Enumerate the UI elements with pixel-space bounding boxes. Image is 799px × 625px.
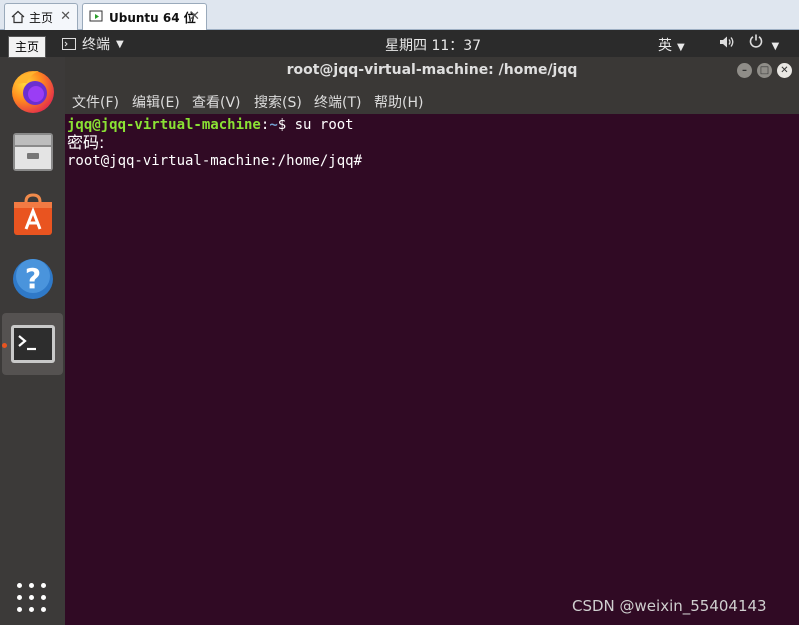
maximize-button[interactable]: □: [757, 63, 772, 78]
menu-file[interactable]: 文件(F): [72, 92, 119, 112]
terminal-menubar: 文件(F) 编辑(E) 查看(V) 搜索(S) 终端(T) 帮助(H): [65, 84, 799, 114]
terminal-small-icon: [62, 38, 76, 50]
input-method-label: 英: [658, 38, 672, 54]
menu-edit[interactable]: 编辑(E): [132, 92, 180, 112]
vm-tab-label: 主页: [29, 10, 54, 25]
close-icon[interactable]: ✕: [60, 9, 71, 24]
clock[interactable]: 星期四 11：37: [385, 35, 481, 55]
close-button[interactable]: ✕: [777, 63, 792, 78]
dock-item-firefox[interactable]: [2, 60, 63, 122]
tooltip: 主页: [8, 36, 47, 58]
chevron-down-icon: ▼: [677, 42, 685, 53]
show-apps-icon[interactable]: [17, 583, 47, 613]
vm-tab-strip: 主页 ✕ Ubuntu 64 位 ✕: [0, 0, 799, 30]
app-menu[interactable]: 终端 ▼: [62, 34, 124, 54]
files-icon: [12, 133, 53, 171]
vm-running-icon: [89, 10, 103, 22]
watermark: CSDN @weixin_55404143: [572, 597, 767, 615]
menu-search[interactable]: 搜索(S): [254, 92, 302, 112]
vm-tab-ubuntu[interactable]: Ubuntu 64 位 ✕: [82, 3, 207, 30]
power-icon: [749, 34, 763, 48]
prompt-path: ~: [269, 117, 278, 133]
terminal-icon: [10, 325, 55, 363]
menu-help[interactable]: 帮助(H): [374, 92, 423, 112]
chevron-down-icon: ▼: [116, 38, 124, 50]
svg-text:?: ?: [24, 262, 40, 295]
app-menu-label: 终端: [82, 37, 110, 53]
minimize-button[interactable]: –: [737, 63, 752, 78]
help-icon: ?: [12, 259, 53, 299]
input-method[interactable]: 英 ▼: [658, 35, 685, 55]
dock-item-files[interactable]: [2, 120, 63, 182]
volume-icon: [720, 36, 734, 48]
vm-tab-label: Ubuntu 64 位: [109, 10, 196, 25]
dock-item-terminal[interactable]: [2, 313, 63, 375]
volume-menu[interactable]: [719, 35, 735, 53]
command-text: $ su root: [277, 117, 354, 133]
software-icon: [13, 193, 52, 235]
running-indicator: [2, 343, 7, 348]
terminal-line: jqq@jqq-virtual-machine:~$ su root: [67, 116, 799, 134]
prompt-user: jqq@jqq-virtual-machine: [67, 117, 261, 133]
dock: ?: [0, 57, 65, 625]
vm-tab-home[interactable]: 主页 ✕: [4, 3, 78, 30]
chevron-down-icon: ▼: [771, 41, 780, 52]
window-title: root@jqq-virtual-machine: /home/jqq: [286, 62, 578, 78]
home-icon: [11, 10, 25, 24]
window-title-bar[interactable]: root@jqq-virtual-machine: /home/jqq – □ …: [65, 57, 799, 84]
menu-view[interactable]: 查看(V): [192, 92, 241, 112]
dock-item-help[interactable]: ?: [2, 248, 63, 310]
menu-terminal[interactable]: 终端(T): [314, 92, 361, 112]
top-bar: 终端 ▼ 星期四 11：37 英 ▼ ▼: [0, 30, 799, 57]
power-menu[interactable]: ▼: [748, 33, 779, 53]
terminal-output[interactable]: jqq@jqq-virtual-machine:~$ su root 密码: r…: [65, 114, 799, 625]
close-icon[interactable]: ✕: [189, 9, 200, 24]
dock-item-software[interactable]: [2, 184, 63, 246]
firefox-icon: [11, 71, 54, 113]
root-prompt: root@jqq-virtual-machine:/home/jqq#: [67, 153, 363, 169]
password-prompt: 密码:: [67, 133, 105, 152]
